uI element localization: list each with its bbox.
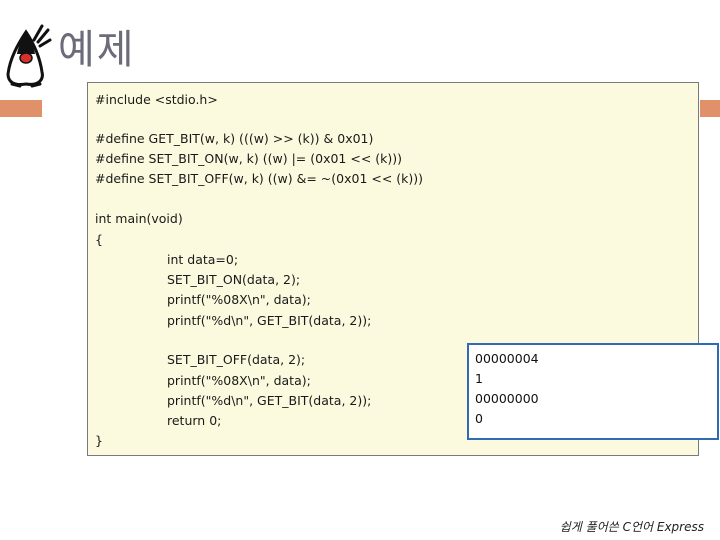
output-line: 00000004	[475, 351, 539, 366]
code-line: {	[95, 232, 103, 247]
code-line: int main(void)	[95, 211, 183, 226]
code-line: #include <stdio.h>	[95, 92, 218, 107]
code-line: printf("%08X\n", data);	[167, 373, 311, 388]
code-line: printf("%d\n", GET_BIT(data, 2));	[167, 313, 372, 328]
code-line: SET_BIT_OFF(data, 2);	[167, 352, 306, 367]
output-console: 00000004 1 00000000 0	[467, 343, 719, 440]
output-line: 00000000	[475, 391, 539, 406]
code-line: #define SET_BIT_ON(w, k) ((w) |= (0x01 <…	[95, 151, 403, 166]
code-line: return 0;	[167, 413, 222, 428]
code-line: int data=0;	[167, 252, 239, 267]
footer-caption: 쉽게 풀어쓴 C언어 Express	[559, 520, 704, 534]
code-line: }	[95, 433, 103, 448]
page-title: 예제	[58, 27, 136, 73]
code-line: printf("%08X\n", data);	[167, 292, 311, 307]
duke-mascot-icon	[6, 24, 52, 88]
code-line: #define GET_BIT(w, k) (((w) >> (k)) & 0x…	[95, 131, 374, 146]
code-line: SET_BIT_ON(data, 2);	[167, 272, 301, 287]
output-line: 0	[475, 411, 483, 426]
code-line: #define SET_BIT_OFF(w, k) ((w) &= ~(0x01…	[95, 171, 424, 186]
accent-bar-left	[0, 100, 42, 117]
accent-bar-right	[700, 100, 720, 117]
output-line: 1	[475, 371, 483, 386]
code-line: printf("%d\n", GET_BIT(data, 2));	[167, 393, 372, 408]
